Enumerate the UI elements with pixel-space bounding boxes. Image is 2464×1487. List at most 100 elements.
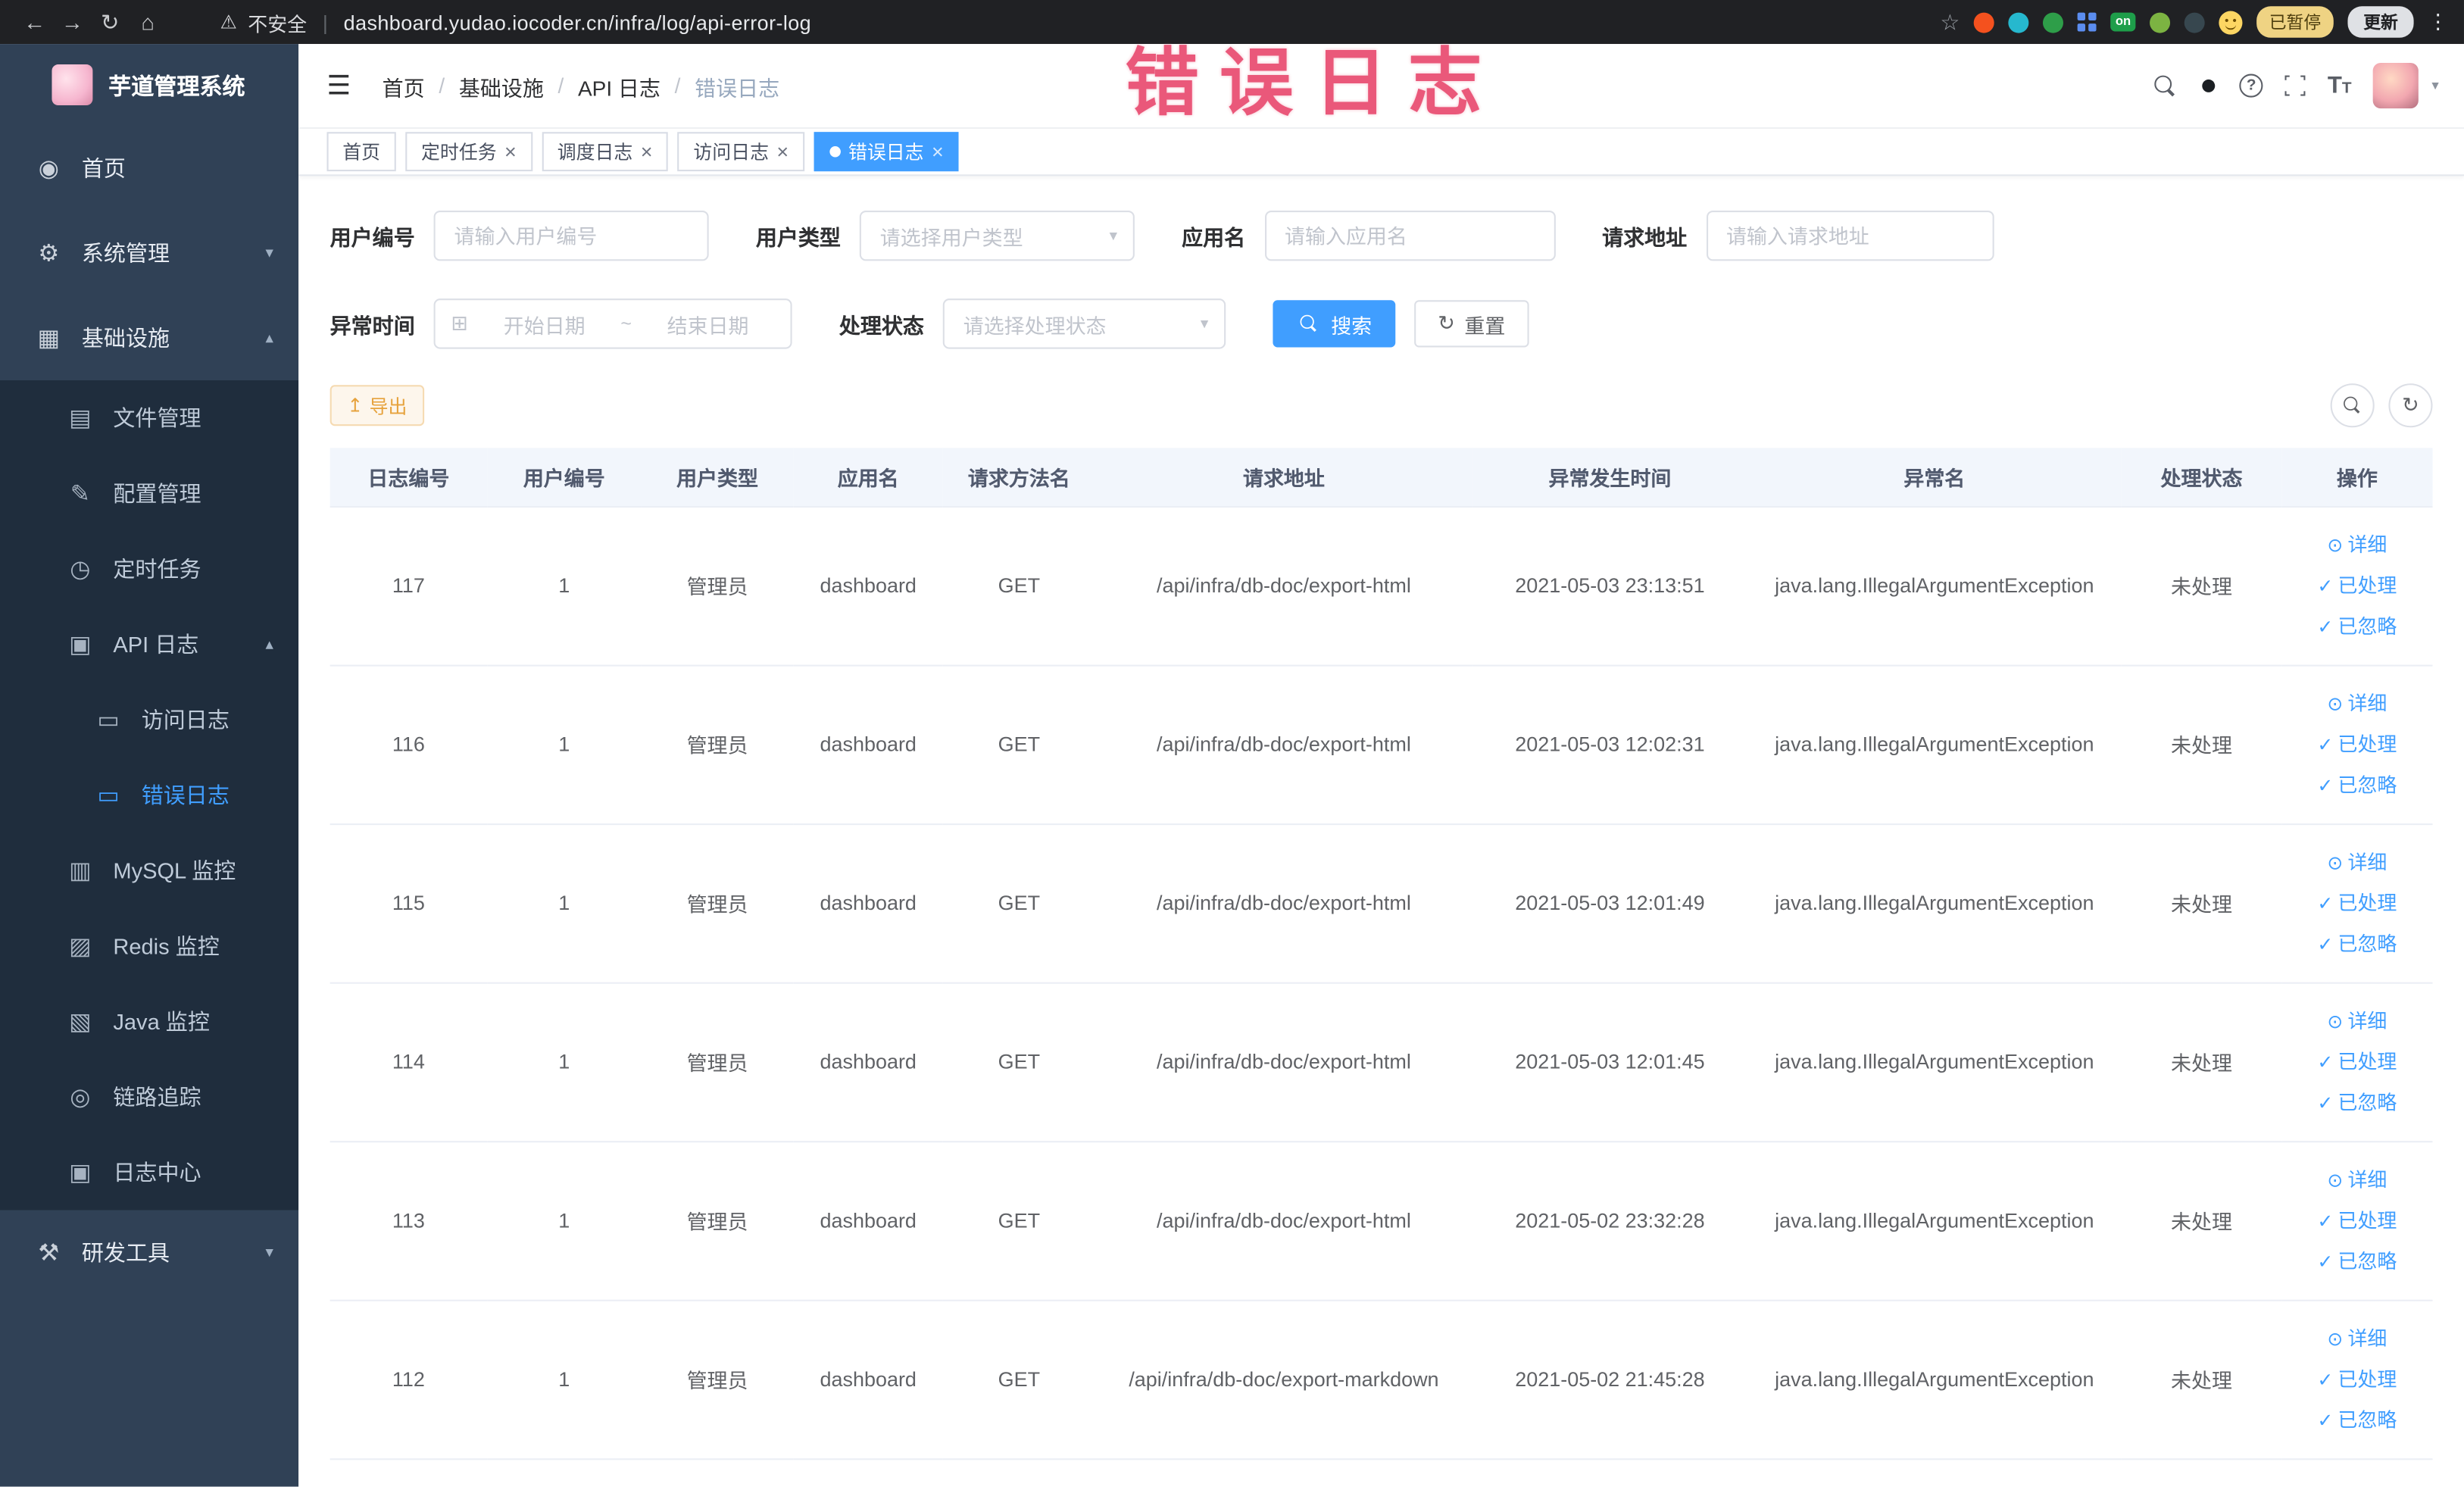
search-button[interactable]: 搜索 (1273, 300, 1396, 348)
active-tab-dot-icon (829, 145, 841, 158)
tab-access-log[interactable]: 访问日志 × (677, 132, 804, 172)
sidebar-item-api-log[interactable]: ▣ API 日志 ▴ (0, 607, 298, 683)
sidebar-item-label: MySQL 监控 (113, 858, 236, 883)
clock-icon: ◷ (70, 556, 91, 583)
mark-ignored-link[interactable]: ✓ 已忽略 (2288, 764, 2427, 805)
extension-on-badge[interactable]: on (2110, 12, 2136, 32)
sidebar-item-error-log[interactable]: ▭ 错误日志 (0, 758, 298, 833)
user-id-input[interactable] (433, 210, 709, 261)
tab-home[interactable]: 首页 (326, 132, 396, 172)
sidebar-item-access-log[interactable]: ▭ 访问日志 (0, 682, 298, 758)
check-icon: ✓ (2317, 1408, 2334, 1431)
tab-label: 调度日志 (557, 141, 633, 164)
extension-grid-icon[interactable] (2078, 12, 2097, 32)
browser-menu-icon[interactable]: ⋮ (2428, 9, 2448, 34)
sidebar-item-config-management[interactable]: ✎ 配置管理 (0, 456, 298, 532)
mark-ignored-link[interactable]: ✓ 已忽略 (2288, 1241, 2427, 1282)
sidebar-item-file-management[interactable]: ▤ 文件管理 (0, 380, 298, 456)
extension-icon-green[interactable] (2043, 11, 2064, 33)
tab-scheduled-tasks[interactable]: 定时任务 × (405, 132, 532, 172)
sidebar-menu: ◉ 首页 ⚙ 系统管理 ▾ ▦ 基础设施 ▴ ▤ 文件管理 ✎ 配置管理 ◷ 定… (0, 126, 299, 1295)
mark-ignored-link[interactable]: ✓ 已忽略 (2288, 606, 2427, 647)
sidebar-item-log-center[interactable]: ▣ 日志中心 (0, 1135, 298, 1211)
extension-icon-orange[interactable] (1974, 11, 1995, 33)
search-icon[interactable] (2153, 73, 2178, 98)
breadcrumb-item[interactable]: 首页 (383, 70, 425, 101)
mark-processed-link[interactable]: ✓ 已处理 (2288, 1359, 2427, 1400)
detail-link[interactable]: ⊙ 详细 (2288, 1000, 2427, 1041)
breadcrumb: 首页 / 基础设施 / API 日志 / 错误日志 (383, 70, 779, 101)
request-url-input[interactable] (1705, 210, 1994, 261)
sidebar-item-home[interactable]: ◉ 首页 (0, 126, 298, 211)
github-icon[interactable]: ● (2200, 70, 2218, 100)
mark-processed-link[interactable]: ✓ 已处理 (2288, 565, 2427, 606)
bookmark-star-icon[interactable]: ☆ (1940, 8, 1960, 35)
extension-emoji-icon[interactable] (2219, 10, 2243, 34)
browser-back-icon[interactable]: ← (16, 9, 54, 34)
breadcrumb-item[interactable]: 基础设施 (459, 70, 544, 101)
refresh-button[interactable]: ↻ (2388, 383, 2433, 428)
column-header: 异常名 (1747, 448, 2122, 508)
tab-error-log[interactable]: 错误日志 × (814, 132, 960, 172)
close-icon[interactable]: × (776, 142, 789, 162)
toggle-search-button[interactable] (2330, 383, 2375, 428)
tab-schedule-log[interactable]: 调度日志 × (541, 132, 669, 172)
user-type-select[interactable]: 请选择用户类型 ▾ (859, 210, 1135, 261)
sidebar-item-mysql-monitor[interactable]: ▥ MySQL 监控 (0, 833, 298, 909)
not-secure-warning-icon: ⚠ (220, 11, 237, 33)
detail-link[interactable]: ⊙ 详细 (2288, 524, 2427, 565)
sidebar-item-infrastructure[interactable]: ▦ 基础设施 ▴ (0, 295, 298, 380)
mark-processed-link[interactable]: ✓ 已处理 (2288, 1041, 2427, 1082)
sidebar-item-scheduled-tasks[interactable]: ◷ 定时任务 (0, 531, 298, 607)
close-icon[interactable]: × (641, 142, 653, 162)
close-icon[interactable]: × (932, 142, 944, 162)
browser-reload-icon[interactable]: ↻ (91, 8, 129, 35)
sidebar-item-system-management[interactable]: ⚙ 系统管理 ▾ (0, 211, 298, 295)
avatar-caret-icon[interactable]: ▾ (2431, 77, 2438, 95)
sidebar-item-link-tracing[interactable]: ◎ 链路追踪 (0, 1059, 298, 1135)
sidebar-item-java-monitor[interactable]: ▧ Java 监控 (0, 984, 298, 1060)
mark-processed-link[interactable]: ✓ 已处理 (2288, 1200, 2427, 1241)
sidebar-item-redis-monitor[interactable]: ▨ Redis 监控 (0, 908, 298, 984)
extension-icon-teal[interactable] (2008, 11, 2029, 33)
file-icon: ▤ (69, 405, 92, 433)
mark-processed-link[interactable]: ✓ 已处理 (2288, 723, 2427, 764)
close-icon[interactable]: × (504, 142, 517, 162)
update-button[interactable]: 更新 (2347, 6, 2414, 38)
tab-label: 错误日志 (848, 141, 924, 164)
column-header: 日志编号 (329, 448, 488, 508)
avatar[interactable] (2373, 62, 2419, 109)
eye-icon: ⊙ (2327, 851, 2344, 873)
mark-ignored-link[interactable]: ✓ 已忽略 (2288, 923, 2427, 964)
extension-icon-leaf[interactable] (2150, 11, 2171, 33)
extension-icon-paw[interactable] (2184, 11, 2205, 33)
help-icon[interactable]: ? (2239, 73, 2263, 98)
app-name-input[interactable] (1264, 210, 1555, 261)
eye-icon: ⊙ (2327, 1327, 2344, 1350)
browser-forward-icon[interactable]: → (54, 9, 92, 34)
font-size-icon[interactable]: TT (2328, 71, 2352, 99)
mark-ignored-link[interactable]: ✓ 已忽略 (2288, 1399, 2427, 1440)
breadcrumb-item[interactable]: API 日志 (578, 70, 661, 101)
omnibox[interactable]: ⚠ 不安全 | dashboard.yudao.iocoder.cn/infra… (220, 7, 811, 36)
process-status-select[interactable]: 请选择处理状态 ▾ (942, 298, 1226, 349)
reset-button[interactable]: ↻ 重置 (1414, 300, 1529, 348)
detail-link[interactable]: ⊙ 详细 (2288, 683, 2427, 723)
exception-time-range-picker[interactable]: ⊞ 开始日期 ~ 结束日期 (433, 298, 792, 349)
table-row: 113 1 管理员 dashboard GET /api/infra/db-do… (329, 1141, 2433, 1301)
export-icon: ↥ (347, 394, 364, 417)
paused-badge[interactable]: 已暂停 (2256, 6, 2334, 38)
start-date-placeholder: 开始日期 (503, 313, 586, 338)
hamburger-icon[interactable]: ☰ (327, 70, 351, 101)
detail-link[interactable]: ⊙ 详细 (2288, 842, 2427, 883)
mark-processed-link[interactable]: ✓ 已处理 (2288, 883, 2427, 923)
sidebar-item-dev-tools[interactable]: ⚒ 研发工具 ▾ (0, 1210, 298, 1295)
detail-link[interactable]: ⊙ 详细 (2288, 1159, 2427, 1200)
fullscreen-icon[interactable] (2281, 72, 2309, 99)
detail-link[interactable]: ⊙ 详细 (2288, 1318, 2427, 1359)
mark-ignored-link[interactable]: ✓ 已忽略 (2288, 1082, 2427, 1123)
browser-home-icon[interactable]: ⌂ (129, 9, 167, 34)
logo[interactable]: 芋道管理系统 (0, 44, 298, 126)
sidebar-item-label: Redis 监控 (113, 933, 220, 959)
export-button[interactable]: ↥ 导出 (329, 385, 425, 426)
